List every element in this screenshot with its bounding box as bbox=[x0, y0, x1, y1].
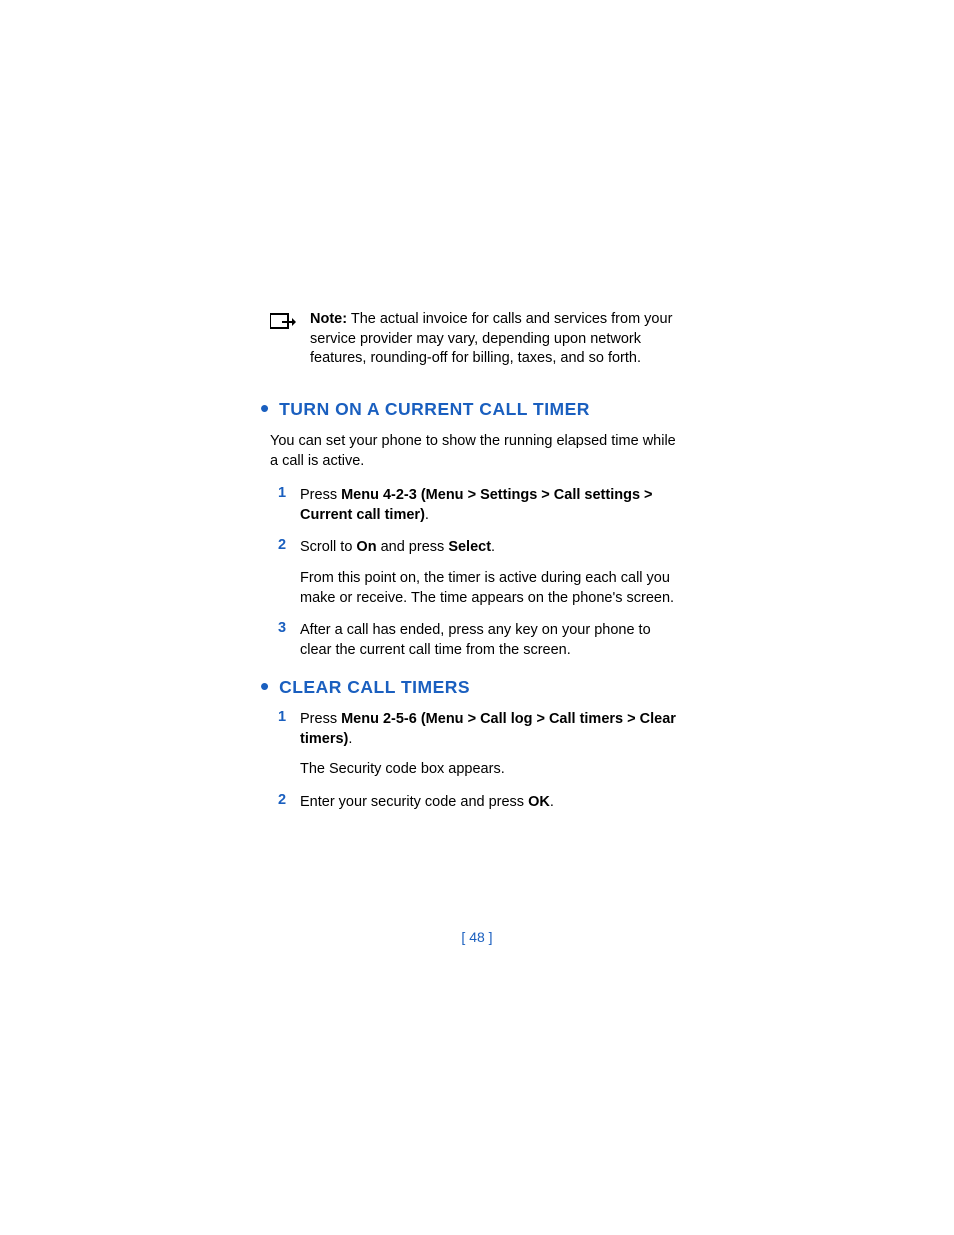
section-heading-turn-on-timer: • TURN ON A CURRENT CALL TIMER bbox=[260, 397, 684, 423]
section-intro: You can set your phone to show the runni… bbox=[270, 431, 684, 471]
list-item: 2 Scroll to On and press Select. From th… bbox=[270, 537, 684, 608]
step-number: 1 bbox=[278, 709, 300, 725]
note-arrow-icon bbox=[270, 310, 310, 337]
step-content: Enter your security code and press OK. bbox=[300, 792, 554, 812]
manual-page: Note: The actual invoice for calls and s… bbox=[0, 0, 954, 812]
step-list-turn-on: 1 Press Menu 4-2-3 (Menu > Settings > Ca… bbox=[270, 485, 684, 661]
section-heading-clear-timers: • CLEAR CALL TIMERS bbox=[260, 675, 684, 701]
bullet-icon: • bbox=[260, 395, 269, 421]
step-content: Press Menu 4-2-3 (Menu > Settings > Call… bbox=[300, 485, 684, 526]
note-label: Note: bbox=[310, 311, 347, 327]
step-number: 3 bbox=[278, 620, 300, 636]
list-item: 1 Press Menu 2-5-6 (Menu > Call log > Ca… bbox=[270, 709, 684, 780]
step-content: Press Menu 2-5-6 (Menu > Call log > Call… bbox=[300, 709, 684, 780]
step-number: 2 bbox=[278, 792, 300, 808]
list-item: 3 After a call has ended, press any key … bbox=[270, 620, 684, 661]
list-item: 1 Press Menu 4-2-3 (Menu > Settings > Ca… bbox=[270, 485, 684, 526]
note-text: Note: The actual invoice for calls and s… bbox=[310, 310, 684, 369]
step-extra-text: From this point on, the timer is active … bbox=[300, 568, 684, 609]
page-number: [ 48 ] bbox=[0, 929, 954, 945]
note-block: Note: The actual invoice for calls and s… bbox=[270, 310, 684, 369]
heading-text: TURN ON A CURRENT CALL TIMER bbox=[279, 399, 590, 420]
bullet-icon: • bbox=[260, 673, 269, 699]
step-number: 1 bbox=[278, 485, 300, 501]
step-number: 2 bbox=[278, 537, 300, 553]
note-body: The actual invoice for calls and service… bbox=[310, 311, 672, 366]
step-extra-text: The Security code box appears. bbox=[300, 759, 684, 779]
step-list-clear: 1 Press Menu 2-5-6 (Menu > Call log > Ca… bbox=[270, 709, 684, 812]
heading-text: CLEAR CALL TIMERS bbox=[279, 677, 470, 698]
step-content: After a call has ended, press any key on… bbox=[300, 620, 684, 661]
list-item: 2 Enter your security code and press OK. bbox=[270, 792, 684, 812]
step-content: Scroll to On and press Select. From this… bbox=[300, 537, 684, 608]
